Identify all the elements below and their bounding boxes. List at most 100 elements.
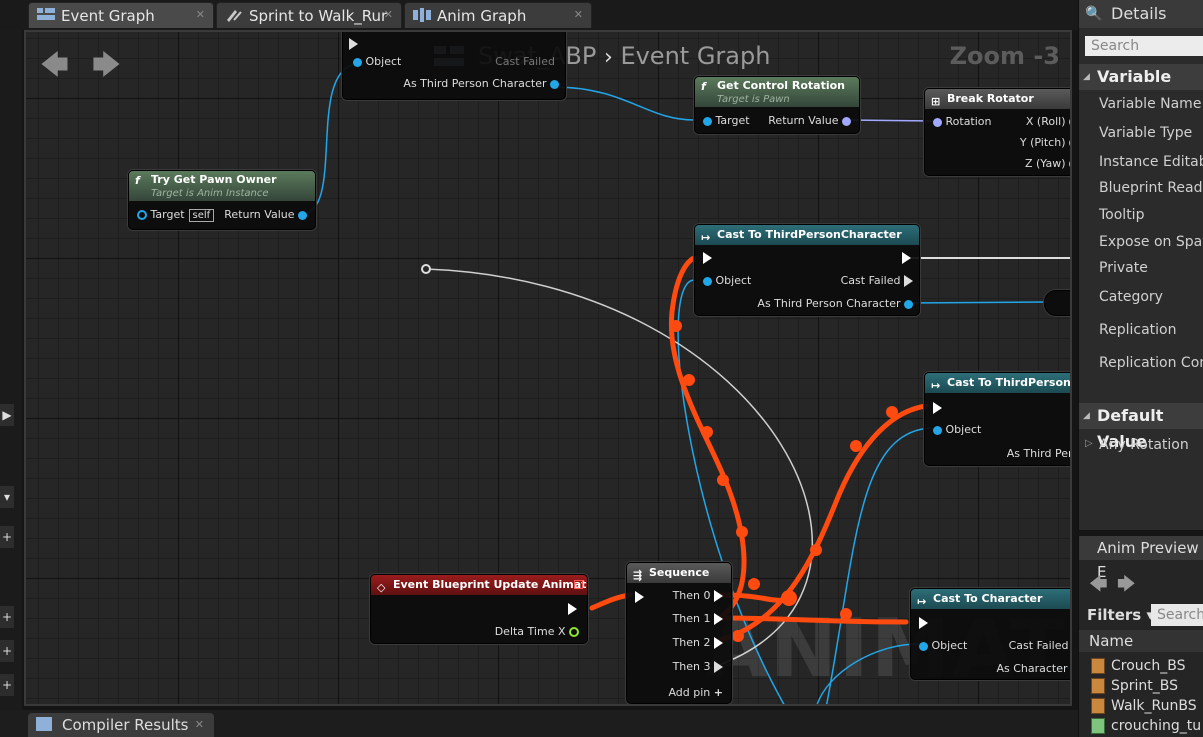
- as-third-person-pin[interactable]: As Third Person Character: [403, 77, 559, 90]
- close-icon[interactable]: ✕: [195, 713, 204, 737]
- close-icon[interactable]: ✕: [574, 8, 583, 21]
- forward-arrow-icon[interactable]: 🡆: [1117, 572, 1136, 602]
- node-header: ⇶ Sequence: [627, 563, 731, 583]
- graph-canvas[interactable]: ANIMATION 🡄: [24, 30, 1072, 706]
- cast-icon: ↦: [931, 379, 941, 392]
- z-yaw-pin[interactable]: Z (Yaw): [1025, 157, 1070, 170]
- cast-third-person-node[interactable]: ↦ Cast To ThirdPersonCharacter Object Cas…: [694, 224, 920, 316]
- prop-category: Category: [1099, 289, 1163, 305]
- node-header: ⊞ Break Rotator: [925, 89, 1070, 109]
- object-pin[interactable]: Object: [353, 55, 401, 68]
- asset-item[interactable]: crouching_tu: [1091, 718, 1201, 734]
- details-title: Details: [1111, 4, 1167, 23]
- prop-instance-editable: Instance Editab: [1099, 154, 1203, 170]
- exec-out-pin[interactable]: [568, 602, 577, 615]
- asset-item[interactable]: Crouch_BS: [1091, 658, 1185, 674]
- target-pin[interactable]: Target self: [137, 208, 215, 222]
- animation-sequence-icon: [1091, 718, 1105, 734]
- node-header: ↦ Cast To ThirdPersonCharacter: [695, 225, 919, 245]
- exec-in-pin[interactable]: [933, 401, 942, 414]
- add-pin-button[interactable]: Add pin +: [668, 686, 723, 699]
- details-panel: 🔍 Details Search Variable Variable Name …: [1078, 0, 1203, 530]
- event-update-animation-node[interactable]: ◇ Event Blueprint Update Animation Delta …: [370, 574, 588, 644]
- column-header-name[interactable]: Name: [1079, 630, 1203, 652]
- cast-icon: ↦: [917, 595, 927, 608]
- zoom-level: Zoom -3: [949, 42, 1060, 70]
- back-arrow-icon[interactable]: 🡄: [1089, 572, 1108, 602]
- bottom-tab-bar: Compiler Results ✕: [0, 710, 1078, 737]
- add-icon[interactable]: +: [0, 674, 14, 696]
- x-roll-pin[interactable]: X (Roll): [1026, 115, 1070, 128]
- tab-event-graph[interactable]: Event Graph ✕: [28, 2, 214, 28]
- as-third-person-pin[interactable]: As Third Perso: [1007, 447, 1070, 460]
- try-get-pawn-owner-node[interactable]: f Try Get Pawn Owner Target is Anim Instan…: [128, 170, 316, 230]
- cast-to-character-node[interactable]: ↦ Cast To Character Object Cast Failed As…: [910, 588, 1070, 680]
- exec-in-pin[interactable]: [635, 590, 644, 603]
- exec-in-pin[interactable]: [919, 616, 928, 629]
- sequence-node[interactable]: ⇶ Sequence Then 0 Then 1 Then 2 Then 3 Ad…: [626, 562, 732, 704]
- then-1-pin[interactable]: Then 1: [673, 612, 723, 625]
- return-value-pin[interactable]: Return Value: [768, 114, 851, 127]
- anim-preview-title[interactable]: Anim Preview E: [1079, 536, 1203, 581]
- reroute-variable-node[interactable]: [1044, 290, 1070, 316]
- add-icon[interactable]: +: [0, 526, 14, 548]
- filters-button[interactable]: Filters ▾: [1087, 606, 1154, 624]
- y-pitch-pin[interactable]: Y (Pitch): [1020, 136, 1070, 149]
- delta-time-pin[interactable]: Delta Time X: [495, 625, 579, 638]
- then-2-pin[interactable]: Then 2: [673, 636, 723, 649]
- tab-label: Event Graph: [61, 6, 155, 25]
- expand-arrow-icon[interactable]: ▶: [0, 404, 14, 426]
- add-icon[interactable]: +: [0, 640, 14, 662]
- back-arrow-icon[interactable]: 🡄: [40, 44, 69, 92]
- as-third-person-pin[interactable]: As Third Person Character: [757, 297, 913, 310]
- tab-anim-graph[interactable]: Anim Graph ✕: [404, 2, 592, 28]
- add-icon[interactable]: +: [0, 606, 14, 628]
- object-pin[interactable]: Object: [919, 639, 967, 652]
- asset-search-input[interactable]: Search: [1151, 604, 1203, 626]
- asset-item[interactable]: Walk_RunBS: [1091, 698, 1197, 714]
- close-icon[interactable]: ✕: [196, 8, 205, 21]
- tab-sprint-to-walk[interactable]: Sprint to Walk_Rur ✕: [216, 2, 402, 28]
- close-icon[interactable]: ✕: [384, 8, 393, 21]
- breadcrumb-page: Event Graph: [620, 42, 771, 70]
- prop-replication-condition: Replication Con: [1099, 355, 1203, 371]
- exec-out-pin[interactable]: [902, 251, 911, 264]
- cast-third-person-node-right[interactable]: ↦Cast To ThirdPersonChar Object As Third…: [924, 372, 1070, 466]
- anim-graph-icon: [413, 8, 431, 22]
- blendspace-icon: [1091, 658, 1105, 674]
- dropdown-arrow-icon[interactable]: ▾: [0, 486, 14, 508]
- exec-in-pin[interactable]: [349, 37, 358, 50]
- get-control-rotation-node[interactable]: f Get Control Rotation Target is Pawn Targ…: [694, 76, 860, 134]
- details-search-input[interactable]: Search: [1085, 36, 1203, 56]
- object-pin[interactable]: Object: [933, 423, 981, 436]
- exec-wire-orange: [717, 615, 909, 625]
- break-rotator-node[interactable]: ⊞ Break Rotator Rotation X (Roll) Y (Pitc…: [924, 88, 1070, 176]
- cast-node-top[interactable]: Object Cast Failed As Third Person Chara…: [342, 32, 566, 100]
- tab-compiler-results[interactable]: Compiler Results ✕: [28, 713, 214, 737]
- node-header: ↦ Cast To Character: [911, 589, 1070, 609]
- as-character-pin[interactable]: As Character: [996, 662, 1070, 675]
- section-variable[interactable]: Variable: [1079, 64, 1203, 90]
- rotation-pin[interactable]: Rotation: [933, 115, 992, 128]
- tab-bar: Event Graph ✕ Sprint to Walk_Rur ✕ Anim …: [0, 0, 1203, 30]
- then-3-pin[interactable]: Then 3: [673, 660, 723, 673]
- node-header: f Try Get Pawn Owner Target is Anim Instan…: [129, 171, 315, 201]
- cast-failed-pin[interactable]: Cast Failed: [1009, 639, 1070, 652]
- transition-icon: [227, 10, 242, 22]
- cast-failed-pin[interactable]: Cast Failed: [841, 274, 913, 287]
- cast-failed-pin[interactable]: Cast Failed: [495, 55, 555, 68]
- object-pin[interactable]: Object: [703, 274, 751, 287]
- expand-arrow-icon[interactable]: ▷: [1085, 438, 1093, 449]
- details-header: 🔍 Details: [1079, 0, 1203, 28]
- exec-in-pin[interactable]: [703, 251, 712, 264]
- function-icon: f: [135, 174, 140, 187]
- reroute-node: [421, 264, 431, 274]
- asset-item[interactable]: Sprint_BS: [1091, 678, 1178, 694]
- any-rotation-row[interactable]: ▷ Any Rotation: [1085, 437, 1189, 453]
- return-value-pin[interactable]: Return Value: [224, 208, 307, 221]
- exec-wire-orange: [717, 403, 929, 643]
- section-default-value[interactable]: Default Value: [1079, 403, 1203, 451]
- then-0-pin[interactable]: Then 0: [673, 589, 723, 602]
- forward-arrow-icon[interactable]: 🡆: [92, 44, 121, 92]
- target-pin[interactable]: Target: [703, 114, 750, 127]
